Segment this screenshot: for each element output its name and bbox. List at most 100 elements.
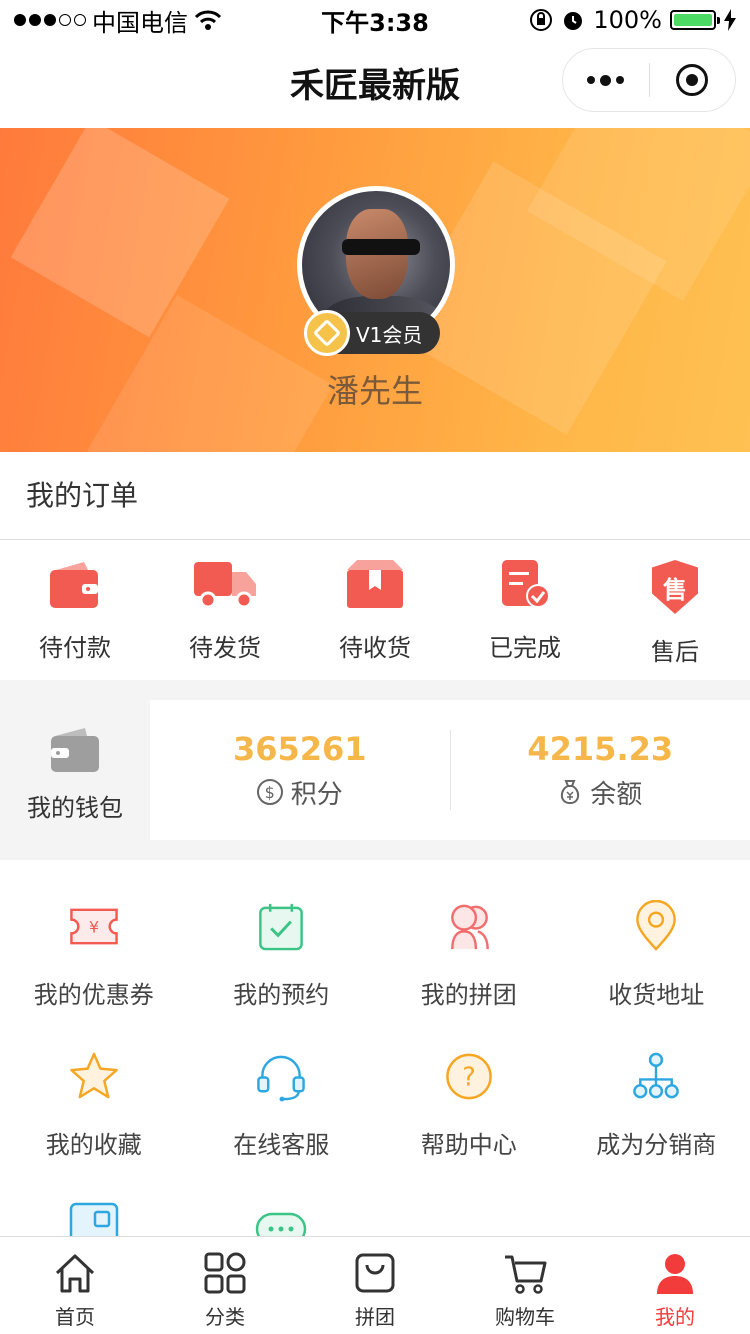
profile-banner: V1会员 潘先生 bbox=[0, 128, 750, 452]
member-level-badge: V1会员 bbox=[304, 310, 441, 356]
package-icon bbox=[347, 560, 403, 608]
order-status-row: 待付款 待发货 待收货 已完成 售 售后 bbox=[0, 540, 750, 679]
card-icon bbox=[69, 1202, 118, 1236]
wallet-gray-icon bbox=[51, 728, 99, 772]
wifi-icon bbox=[194, 10, 222, 30]
tab-cart[interactable]: 购物车 bbox=[450, 1237, 600, 1334]
menu-help-center-label: 帮助中心 bbox=[420, 1131, 517, 1159]
menu-coupons-label: 我的优惠券 bbox=[33, 981, 154, 1009]
menu-messages-partial[interactable] bbox=[188, 1160, 376, 1236]
order-completed-label: 已完成 bbox=[489, 634, 561, 662]
carrier-name: 中国电信 bbox=[92, 8, 188, 37]
nav-bar: 禾匠最新版 bbox=[0, 40, 750, 128]
points-label: 积分 bbox=[290, 779, 343, 810]
order-pending-shipment-label: 待发货 bbox=[189, 634, 261, 662]
star-icon bbox=[69, 1052, 118, 1099]
battery-percent: 100% bbox=[593, 6, 662, 34]
charging-icon bbox=[724, 9, 736, 31]
orders-section: 我的订单 待付款 待发货 待收货 已完成 售 售后 bbox=[0, 452, 750, 680]
service-menu: ¥ 我的优惠券 我的预约 我的拼团 收货地址 我的收藏 在线客服 ? 帮助中心 … bbox=[0, 860, 750, 1236]
group-bag-icon bbox=[355, 1253, 395, 1293]
member-diamond-icon bbox=[304, 310, 350, 356]
svg-text:?: ? bbox=[462, 1062, 476, 1092]
tab-bar: 首页 分类 拼团 购物车 我的 bbox=[0, 1236, 750, 1334]
tab-home[interactable]: 首页 bbox=[0, 1237, 150, 1334]
after-sales-shield-icon: 售 bbox=[652, 560, 698, 614]
battery-icon bbox=[670, 10, 720, 30]
wallet-icon bbox=[50, 562, 98, 608]
tab-profile-label: 我的 bbox=[655, 1305, 695, 1329]
cart-icon bbox=[505, 1255, 547, 1294]
dollar-coin-icon: $ bbox=[256, 779, 283, 805]
menu-customer-service[interactable]: 在线客服 bbox=[188, 1010, 376, 1160]
menu-become-distributor-label: 成为分销商 bbox=[596, 1131, 717, 1159]
menu-address[interactable]: 收货地址 bbox=[563, 860, 750, 1010]
order-pending-shipment[interactable]: 待发货 bbox=[150, 540, 300, 679]
balance-stat[interactable]: 4215.23 余额 bbox=[451, 730, 750, 811]
balance-value: 4215.23 bbox=[527, 729, 674, 768]
help-icon: ? bbox=[445, 1053, 492, 1100]
tab-profile[interactable]: 我的 bbox=[600, 1237, 750, 1334]
appointment-icon bbox=[259, 903, 304, 951]
balance-label: 余额 bbox=[590, 779, 643, 810]
menu-address-label: 收货地址 bbox=[608, 981, 705, 1009]
completed-doc-icon bbox=[502, 560, 550, 608]
location-pin-icon bbox=[636, 900, 677, 951]
user-icon bbox=[657, 1254, 693, 1294]
order-pending-receipt-label: 待收货 bbox=[339, 634, 411, 662]
order-pending-payment[interactable]: 待付款 bbox=[0, 540, 150, 679]
after-sales-glyph: 售 bbox=[663, 575, 687, 604]
tab-cart-label: 购物车 bbox=[495, 1305, 555, 1329]
orientation-lock-icon bbox=[530, 9, 553, 31]
menu-group-buy[interactable]: 我的拼团 bbox=[375, 860, 563, 1010]
svg-text:¥: ¥ bbox=[89, 917, 99, 936]
wallet-section: 我的钱包 365261 $ 积分 4215.23 余额 bbox=[0, 700, 750, 840]
category-icon bbox=[204, 1252, 246, 1294]
status-left: 中国电信 bbox=[14, 3, 222, 38]
menu-favorites[interactable]: 我的收藏 bbox=[0, 1010, 188, 1160]
menu-group-buy-label: 我的拼团 bbox=[420, 981, 517, 1009]
tab-home-label: 首页 bbox=[55, 1305, 95, 1329]
distributor-icon bbox=[633, 1052, 680, 1099]
menu-favorites-label: 我的收藏 bbox=[45, 1131, 142, 1159]
points-value: 365261 bbox=[232, 729, 367, 768]
menu-customer-service-label: 在线客服 bbox=[233, 1131, 330, 1159]
points-stat[interactable]: 365261 $ 积分 bbox=[150, 730, 450, 811]
wallet-stats: 365261 $ 积分 4215.23 余额 bbox=[150, 700, 750, 840]
my-wallet-button[interactable]: 我的钱包 bbox=[0, 700, 150, 840]
close-mini-program-button[interactable] bbox=[650, 49, 736, 111]
truck-icon bbox=[194, 562, 256, 609]
orders-title[interactable]: 我的订单 bbox=[0, 452, 750, 540]
menu-appointments[interactable]: 我的预约 bbox=[188, 860, 376, 1010]
status-bar: 中国电信 下午3:38 100% bbox=[0, 0, 750, 40]
more-dots-icon bbox=[587, 74, 625, 86]
coupon-icon: ¥ bbox=[69, 908, 118, 945]
order-after-sales[interactable]: 售 售后 bbox=[600, 540, 750, 679]
mini-program-capsule bbox=[562, 48, 736, 112]
more-button[interactable] bbox=[563, 49, 649, 111]
home-icon bbox=[55, 1254, 95, 1293]
status-right: 100% bbox=[529, 6, 736, 34]
alarm-icon bbox=[564, 12, 583, 30]
tab-category-label: 分类 bbox=[205, 1305, 245, 1329]
menu-coupons[interactable]: ¥ 我的优惠券 bbox=[0, 860, 188, 1010]
group-buy-icon bbox=[450, 904, 489, 950]
menu-help-center[interactable]: ? 帮助中心 bbox=[375, 1010, 563, 1160]
menu-appointments-label: 我的预约 bbox=[233, 981, 330, 1009]
money-bag-icon bbox=[561, 780, 580, 805]
order-pending-receipt[interactable]: 待收货 bbox=[300, 540, 450, 679]
tab-category[interactable]: 分类 bbox=[150, 1237, 300, 1334]
menu-card-partial[interactable] bbox=[0, 1160, 188, 1236]
tab-group-buy-label: 拼团 bbox=[355, 1305, 395, 1329]
my-wallet-label: 我的钱包 bbox=[27, 794, 123, 822]
tab-group-buy[interactable]: 拼团 bbox=[300, 1237, 450, 1334]
username: 潘先生 bbox=[326, 372, 423, 410]
headset-icon bbox=[257, 1055, 306, 1102]
menu-become-distributor[interactable]: 成为分销商 bbox=[563, 1010, 750, 1160]
signal-icon bbox=[14, 14, 86, 26]
chat-bubble-icon bbox=[256, 1212, 307, 1236]
close-target-icon bbox=[676, 64, 709, 96]
order-after-sales-label: 售后 bbox=[651, 638, 699, 666]
order-completed[interactable]: 已完成 bbox=[450, 540, 600, 679]
member-level-label: V1会员 bbox=[356, 322, 423, 347]
